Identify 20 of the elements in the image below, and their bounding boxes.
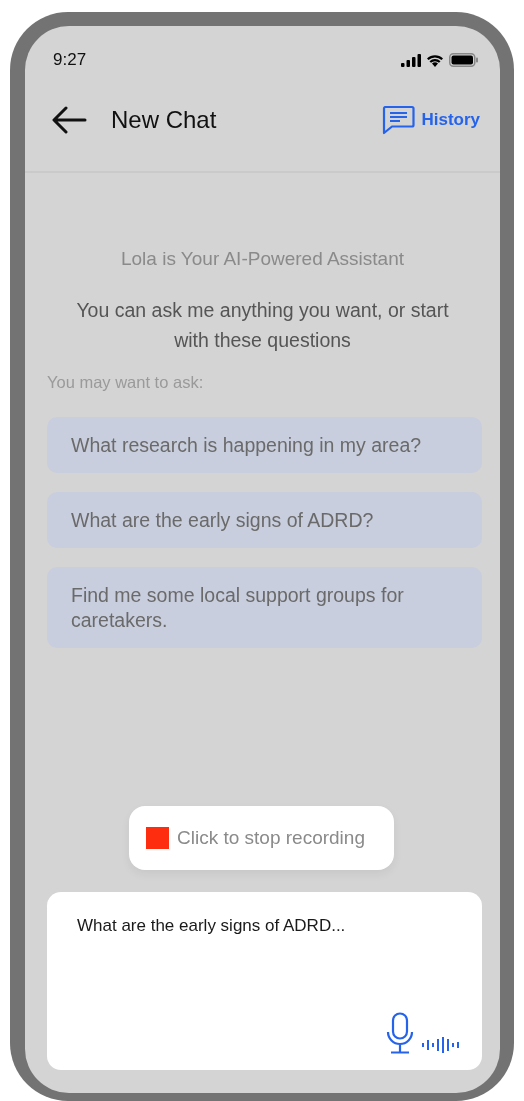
signal-icon	[401, 53, 421, 67]
sound-wave-icon	[422, 1036, 460, 1054]
chat-bubble-icon	[382, 105, 416, 135]
wifi-icon	[426, 53, 444, 67]
stop-recording-button[interactable]: Click to stop recording	[129, 806, 394, 870]
assistant-title: Lola is Your AI-Powered Assistant	[119, 248, 406, 270]
suggestion-chip[interactable]: Find me some local support groups for caretakers.	[47, 567, 482, 648]
microphone-button[interactable]	[386, 1012, 414, 1054]
back-arrow-icon	[52, 106, 87, 134]
battery-icon	[449, 53, 478, 67]
suggestion-chip[interactable]: What are the early signs of ADRD?	[47, 492, 482, 548]
back-button[interactable]	[52, 106, 87, 134]
microphone-icon	[386, 1012, 414, 1054]
history-button[interactable]: History	[382, 105, 480, 135]
status-time: 9:27	[53, 50, 87, 70]
screen-title: New Chat	[111, 106, 218, 134]
message-input-field[interactable]: What are the early signs of ADRD...	[47, 892, 482, 1070]
suggestion-chip[interactable]: What research is happening in my area?	[47, 417, 482, 473]
suggestions-label: You may want to ask:	[47, 373, 205, 392]
assistant-subtitle: You can ask me anything you want, or start with these questions	[75, 298, 450, 353]
